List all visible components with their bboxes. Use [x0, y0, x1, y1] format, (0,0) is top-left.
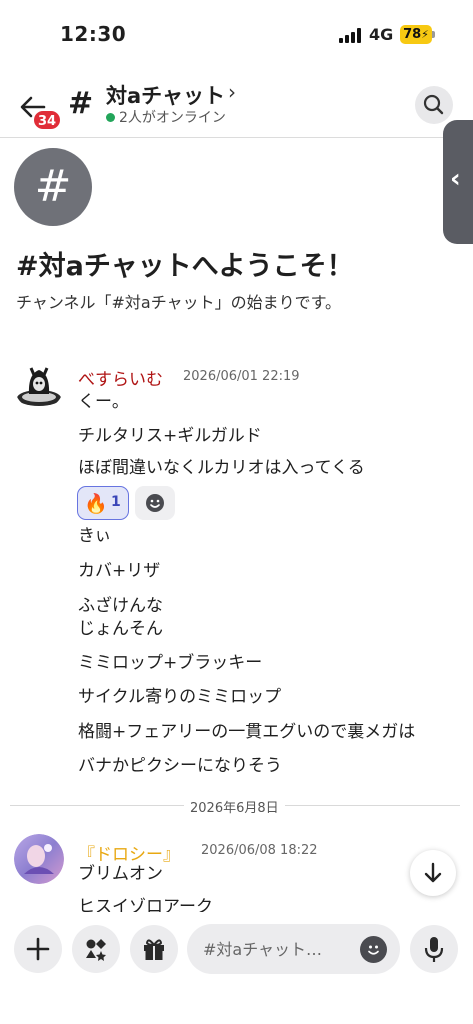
microphone-icon [424, 937, 444, 962]
channel-welcome-icon: # [14, 148, 92, 226]
gift-button[interactable] [130, 925, 178, 973]
message-author[interactable]: べすらいむ [78, 365, 163, 390]
unread-badge: 34 [32, 109, 63, 131]
channel-header: 34 # 対aチャット › 2人がオンライン [0, 72, 473, 138]
composer-bar [0, 912, 473, 1024]
message-text: じょんそん [78, 619, 163, 639]
add-reaction-button[interactable] [135, 486, 175, 520]
online-indicator [106, 113, 115, 122]
message-text: ミミロップ+ブラッキー [78, 653, 263, 673]
channel-title[interactable]: 対aチャット [106, 80, 225, 110]
apps-button[interactable] [72, 925, 120, 973]
message-text: きぃ [78, 526, 112, 546]
voice-button[interactable] [410, 925, 458, 973]
smiley-icon [368, 945, 379, 955]
avatar[interactable] [14, 360, 64, 410]
message-author[interactable]: 『ドロシー』 [78, 840, 180, 865]
reaction-chip[interactable]: 🔥 1 [77, 486, 129, 520]
search-button[interactable] [415, 86, 453, 124]
message-text: バナかピクシーになりそう [78, 756, 282, 776]
fire-emoji: 🔥 [84, 493, 108, 515]
date-divider: 2026年6月8日 [184, 797, 285, 816]
message-text: ブリムオン [78, 864, 163, 884]
battery-icon: 78⚡ [400, 25, 432, 44]
smiley-icon [146, 494, 164, 512]
message-text: サイクル寄りのミミロップ [78, 687, 282, 707]
battery-level: 78 [403, 27, 422, 42]
welcome-title: #対aチャットへようこそ！ [16, 251, 354, 282]
search-icon [423, 94, 444, 115]
message-text: 格闘+フェアリーの一貫エグいので裏メガは [78, 722, 416, 742]
message-text: カバ+リザ [78, 561, 161, 581]
hash-icon: # [68, 86, 94, 121]
message-timestamp: 2026/06/08 18:22 [201, 843, 318, 858]
gift-icon [144, 939, 164, 960]
message-text: チルタリス+ギルガルド [78, 426, 262, 446]
attach-button[interactable] [14, 925, 62, 973]
jump-to-latest-button[interactable] [410, 850, 456, 896]
message-text: ふざけんな [78, 596, 163, 616]
arrow-down-icon [424, 862, 442, 883]
chevron-right-icon[interactable]: › [228, 80, 236, 104]
message-input[interactable] [203, 937, 353, 961]
network-type: 4G [369, 25, 394, 44]
welcome-subtitle: チャンネル「#対aチャット」の始まりです。 [16, 293, 341, 312]
avatar[interactable] [14, 834, 64, 884]
emoji-picker-button[interactable] [360, 936, 387, 963]
message-input-container[interactable] [187, 924, 400, 974]
message-text: ほぼ間違いなくルカリオは入ってくる [78, 458, 365, 478]
member-panel-handle[interactable]: ‹ [443, 120, 473, 244]
message-timestamp: 2026/06/01 22:19 [183, 369, 300, 384]
message-text: くー。 [78, 392, 129, 412]
apps-icon [86, 939, 106, 961]
battery-nub [432, 31, 435, 38]
reaction-count: 1 [111, 494, 121, 510]
status-bar: 12:30 4G 78⚡ [0, 0, 473, 72]
online-count: 2人がオンライン [119, 110, 226, 126]
panel-chevron-icon: ‹ [450, 164, 461, 194]
signal-icon [339, 28, 363, 43]
plus-icon [26, 937, 50, 961]
status-time: 12:30 [60, 22, 127, 46]
